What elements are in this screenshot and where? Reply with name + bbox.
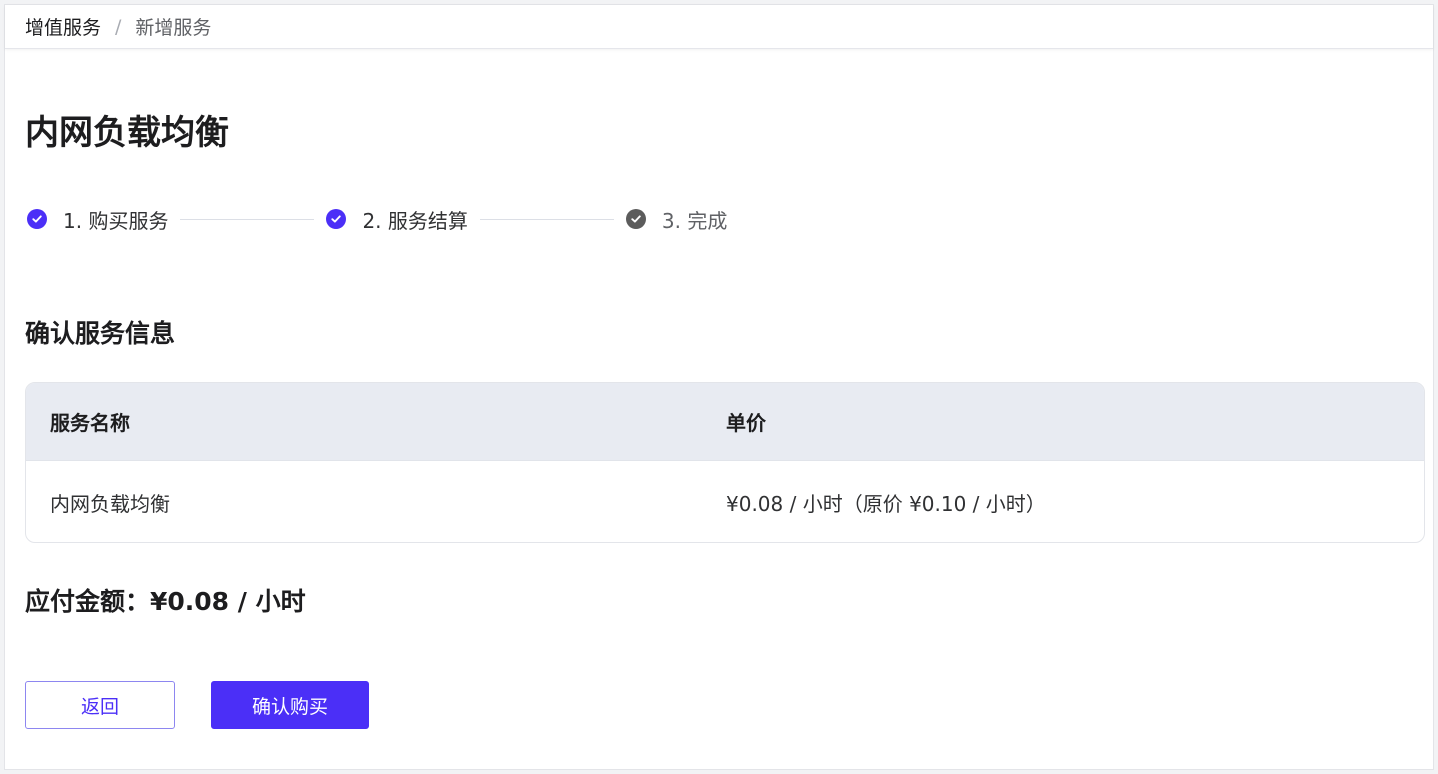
step-3-label: 3. 完成 [661, 208, 728, 233]
table-header: 服务名称 单价 [26, 383, 1424, 461]
service-table: 服务名称 单价 内网负载均衡 ¥0.08 / 小时（原价 ¥0.10 / 小时） [25, 382, 1425, 543]
table-row: 内网负载均衡 ¥0.08 / 小时（原价 ¥0.10 / 小时） [26, 461, 1424, 542]
step-indicator: 1. 购买服务 2. 服务结算 3. 完成 [27, 205, 727, 233]
page-title: 内网负载均衡 [25, 113, 229, 153]
step-3: 3. 完成 [625, 205, 728, 234]
step-2-label: 2. 服务结算 [362, 208, 468, 233]
check-circle-icon [326, 209, 347, 229]
check-circle-icon [625, 209, 646, 229]
back-button[interactable]: 返回 [25, 681, 175, 729]
app-frame: 增值服务 / 新增服务 内网负载均衡 1. 购买服务 2. 服务结算 3. 完成… [4, 4, 1434, 770]
breadcrumb-root-link[interactable]: 增值服务 [25, 13, 101, 40]
header-unit-price: 单价 [726, 411, 766, 435]
confirm-purchase-button[interactable]: 确认购买 [211, 681, 369, 729]
breadcrumb-separator: / [115, 15, 122, 38]
step-connector [180, 218, 315, 220]
step-1-label: 1. 购买服务 [63, 208, 169, 233]
breadcrumb: 增值服务 / 新增服务 [5, 5, 1433, 49]
total-amount: 应付金额：¥0.08 / 小时 [25, 587, 306, 616]
cell-unit-price: ¥0.08 / 小时（原价 ¥0.10 / 小时） [726, 491, 1046, 516]
check-circle-icon [27, 209, 47, 229]
cell-service-name: 内网负载均衡 [50, 491, 170, 516]
section-title: 确认服务信息 [25, 319, 176, 348]
step-2: 2. 服务结算 [326, 205, 468, 234]
step-connector [479, 218, 614, 220]
breadcrumb-current: 新增服务 [135, 17, 212, 39]
header-service-name: 服务名称 [50, 411, 130, 435]
step-1: 1. 购买服务 [27, 205, 168, 234]
